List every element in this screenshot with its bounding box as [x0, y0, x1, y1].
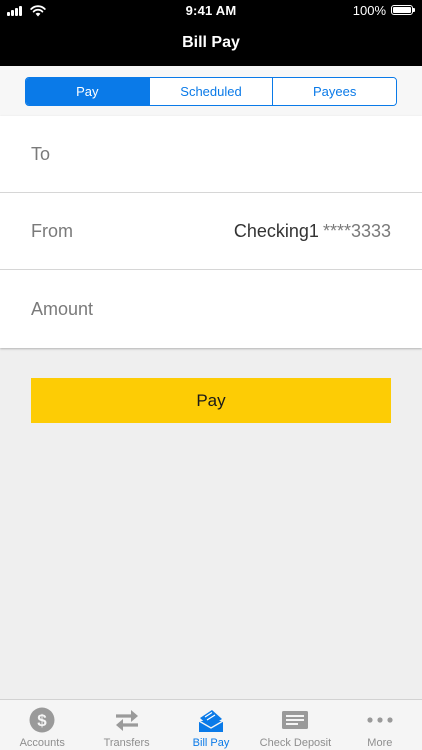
segment-payees[interactable]: Payees [272, 78, 396, 105]
battery-icon [391, 5, 415, 15]
segment-bar: Pay Scheduled Payees [0, 66, 422, 116]
tab-label-bill-pay: Bill Pay [192, 737, 230, 749]
bill-pay-form: To From Checking1 ****3333 Amount [0, 116, 422, 348]
tab-transfers[interactable]: Transfers [84, 700, 168, 750]
amount-field[interactable]: Amount [0, 270, 422, 348]
tab-bill-pay[interactable]: Bill Pay [169, 700, 253, 750]
top-bar: 9:41 AM 100% Bill Pay [0, 0, 422, 66]
from-account-value: Checking1 ****3333 [234, 193, 391, 269]
transfer-arrows-icon [112, 706, 142, 734]
bill-pay-icon [196, 706, 226, 734]
check-icon [280, 706, 310, 734]
from-field[interactable]: From Checking1 ****3333 [0, 193, 422, 270]
page-title: Bill Pay [182, 34, 240, 51]
tab-label-check-deposit: Check Deposit [259, 737, 332, 749]
from-account-mask: ****3333 [322, 220, 391, 241]
pay-button[interactable]: Pay [31, 378, 391, 423]
tab-label-transfers: Transfers [103, 737, 150, 749]
to-label: To [31, 143, 51, 164]
to-field[interactable]: To [0, 116, 422, 193]
tab-check-deposit[interactable]: Check Deposit [253, 700, 337, 750]
tab-label-accounts: Accounts [19, 737, 65, 749]
amount-label: Amount [31, 298, 94, 319]
tab-label-more: More [367, 737, 393, 749]
segment-pay[interactable]: Pay [26, 78, 149, 105]
more-dots-icon [365, 706, 395, 734]
dollar-circle-icon: $ [27, 706, 57, 734]
from-label: From [31, 220, 73, 241]
segmented-control: Pay Scheduled Payees [25, 77, 397, 106]
svg-text:$: $ [37, 711, 47, 730]
tab-accounts[interactable]: $ Accounts [0, 700, 84, 750]
tab-more[interactable]: More [338, 700, 422, 750]
status-bar: 9:41 AM 100% [0, 0, 422, 22]
from-account-name: Checking1 [233, 220, 319, 241]
tab-bar: $ Accounts Transfers Bill Pay Check Depo… [0, 699, 422, 750]
battery-percent: 100% [352, 3, 386, 18]
segment-scheduled[interactable]: Scheduled [148, 78, 273, 105]
